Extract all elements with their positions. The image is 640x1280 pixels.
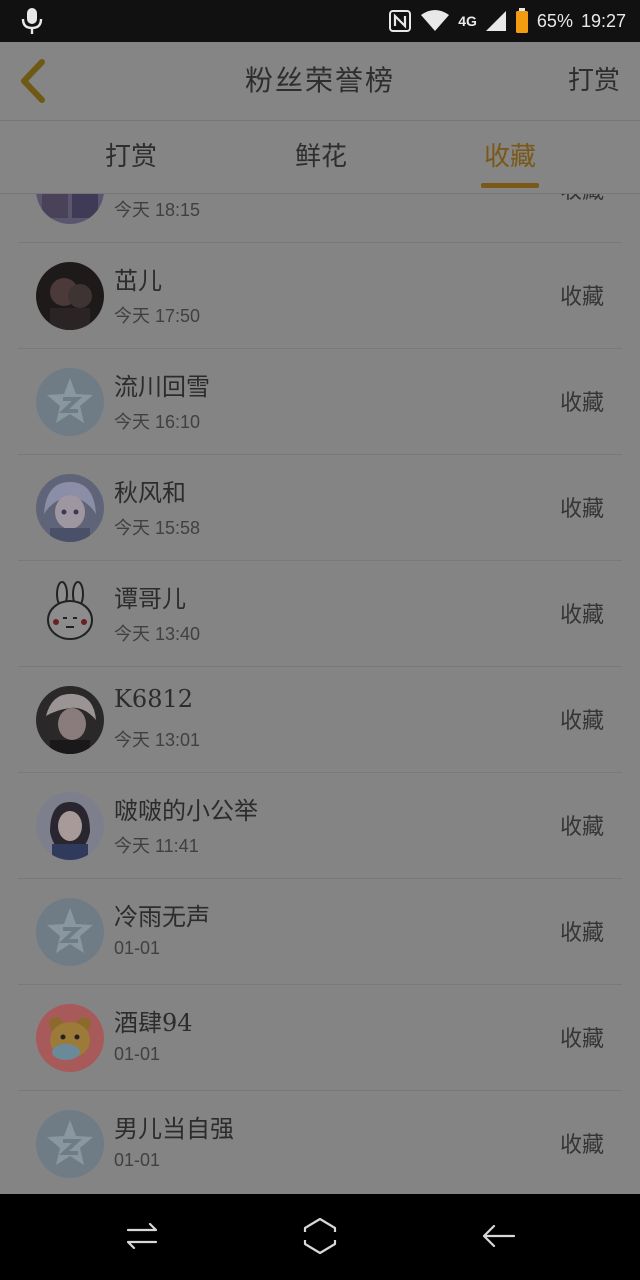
avatar: [36, 686, 104, 754]
user-name: K6812: [114, 685, 194, 713]
status-bar: 4G 65% 19:27: [0, 0, 640, 42]
list-item[interactable]: K6812 今天 13:01 收藏: [18, 667, 622, 773]
avatar: [36, 792, 104, 860]
clock: 19:27: [580, 10, 626, 31]
list-item[interactable]: 茁儿 今天 17:50 收藏: [18, 243, 622, 349]
user-name: 啵啵的小公举: [114, 797, 258, 825]
wifi-icon: [420, 9, 450, 33]
list-item[interactable]: 谭哥儿 今天 13:40 收藏: [18, 561, 622, 667]
avatar: [36, 474, 104, 542]
home-icon[interactable]: [298, 1214, 342, 1258]
action-label: 收藏: [559, 1133, 604, 1158]
list-item[interactable]: 酒肆94 01-01 收藏: [18, 985, 622, 1091]
timestamp: 今天 16:10: [114, 412, 201, 432]
user-name: 谭哥儿: [114, 585, 186, 613]
list-item[interactable]: 男儿当自强 01-01 收藏: [18, 1091, 622, 1194]
avatar: [36, 1004, 104, 1072]
timestamp: 今天 13:40: [114, 624, 201, 644]
list-item[interactable]: 今天 18:15 收藏: [18, 194, 622, 243]
avatar: [36, 898, 104, 966]
avatar: [36, 368, 104, 436]
user-name: 流川回雪: [114, 373, 210, 401]
nfc-icon: [388, 9, 412, 33]
app-header: 粉丝荣誉榜 打赏: [0, 42, 640, 121]
fan-list[interactable]: 今天 18:15 收藏 茁儿 今天 17:50 收藏: [0, 194, 640, 1194]
avatar: [36, 580, 104, 648]
list-item[interactable]: 流川回雪 今天 16:10 收藏: [18, 349, 622, 455]
tab-reward[interactable]: 打赏: [71, 121, 191, 193]
back-nav-icon[interactable]: [476, 1214, 520, 1258]
tab-flowers[interactable]: 鲜花: [261, 121, 381, 193]
recent-apps-icon[interactable]: [120, 1214, 164, 1258]
network-type: 4G: [458, 13, 477, 29]
timestamp: 01-01: [114, 938, 161, 958]
list-item[interactable]: 秋风和 今天 15:58 收藏: [18, 455, 622, 561]
timestamp: 今天 18:15: [114, 200, 201, 220]
page-title: 粉丝荣誉榜: [244, 64, 395, 97]
signal-icon: [485, 10, 507, 32]
list-item[interactable]: 冷雨无声 01-01 收藏: [18, 879, 622, 985]
battery-icon: [515, 8, 529, 34]
user-name: 秋风和: [114, 479, 186, 507]
timestamp: 今天 11:41: [114, 836, 199, 856]
action-label: 收藏: [559, 603, 604, 628]
timestamp: 01-01: [114, 1150, 161, 1170]
action-label: 收藏: [559, 391, 604, 416]
action-label: 收藏: [559, 497, 604, 522]
list-item[interactable]: 啵啵的小公举 今天 11:41 收藏: [18, 773, 622, 879]
system-nav-bar: [0, 1194, 640, 1280]
avatar: [36, 194, 104, 224]
active-tab-indicator: [481, 183, 539, 188]
tab-bar: 打赏 鲜花 收藏: [0, 121, 640, 194]
action-label: 收藏: [559, 285, 604, 310]
user-name: 酒肆94: [114, 1009, 193, 1037]
timestamp: 今天 15:58: [114, 518, 201, 538]
action-label: 收藏: [559, 921, 604, 946]
timestamp: 今天 17:50: [114, 306, 201, 326]
battery-percent: 65%: [536, 10, 573, 31]
user-name: 茁儿: [114, 267, 162, 295]
user-name: 男儿当自强: [114, 1115, 234, 1143]
avatar: [36, 1110, 104, 1178]
action-label: 收藏: [559, 1027, 604, 1052]
action-label: 收藏: [560, 194, 604, 205]
timestamp: 今天 13:01: [114, 730, 201, 750]
user-name: 冷雨无声: [114, 903, 210, 931]
reward-button[interactable]: 打赏: [568, 42, 620, 120]
action-label: 收藏: [559, 709, 604, 734]
action-label: 收藏: [559, 815, 604, 840]
microphone-icon: [18, 6, 46, 36]
avatar: [36, 262, 104, 330]
timestamp: 01-01: [114, 1044, 161, 1064]
